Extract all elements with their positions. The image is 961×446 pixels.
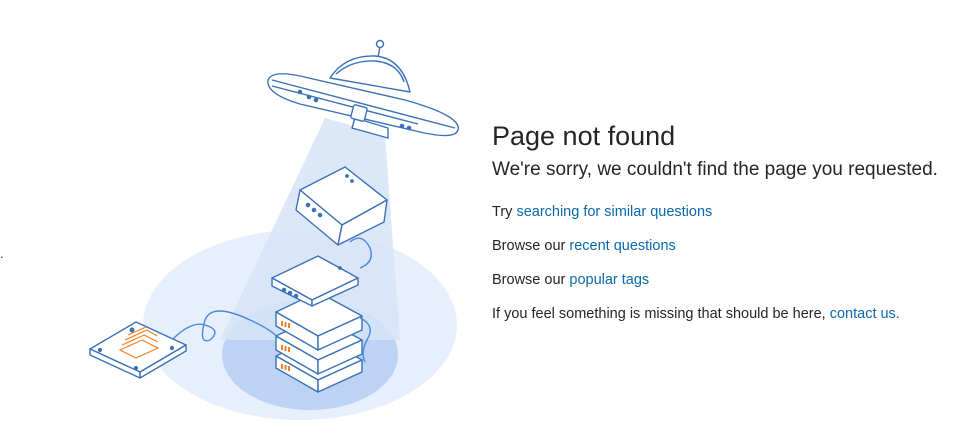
search-suggestion-prefix: Try xyxy=(492,204,517,220)
tags-suggestion: Browse our popular tags xyxy=(492,270,952,290)
tags-suggestion-prefix: Browse our xyxy=(492,272,570,288)
contact-us-link[interactable]: contact us. xyxy=(830,306,900,322)
contact-suggestion: If you feel something is missing that sh… xyxy=(492,304,952,324)
search-similar-link[interactable]: searching for similar questions xyxy=(516,204,712,220)
search-suggestion: Try searching for similar questions xyxy=(492,202,952,222)
ufo-servers-illustration xyxy=(89,39,459,420)
stray-mark: . xyxy=(0,246,4,261)
popular-tags-link[interactable]: popular tags xyxy=(569,272,649,288)
error-content: Page not found We're sorry, we couldn't … xyxy=(492,118,952,324)
contact-suggestion-prefix: If you feel something is missing that sh… xyxy=(492,306,830,322)
error-page: . Page not found We're sorry, we couldn'… xyxy=(0,0,961,446)
recent-suggestion: Browse our recent questions xyxy=(492,236,952,256)
page-subtitle: We're sorry, we couldn't find the page y… xyxy=(492,159,938,180)
recent-questions-link[interactable]: recent questions xyxy=(569,238,675,254)
page-title: Page not found xyxy=(492,121,676,151)
recent-suggestion-prefix: Browse our xyxy=(492,238,570,254)
ufo-icon xyxy=(267,39,459,139)
